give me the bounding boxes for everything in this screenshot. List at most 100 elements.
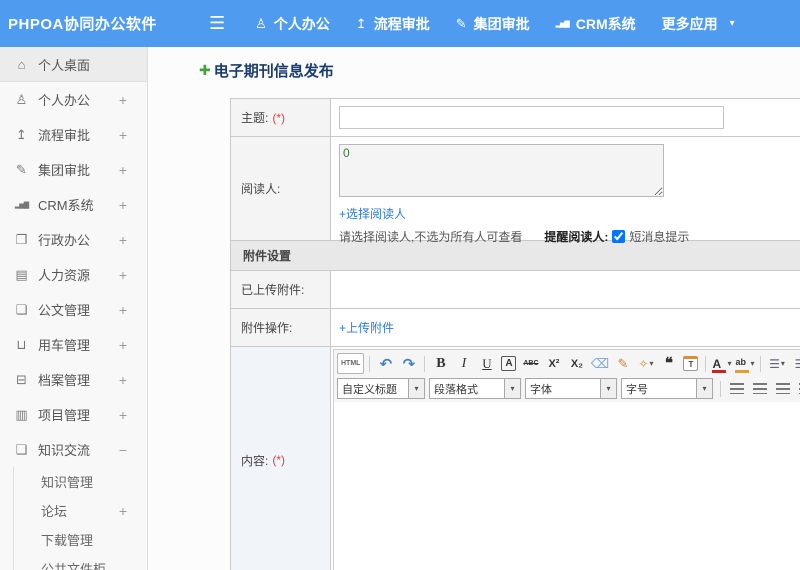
toolbar-divider bbox=[760, 355, 762, 372]
document-icon: ❏ bbox=[15, 301, 28, 317]
book-icon: ▤ bbox=[15, 266, 28, 282]
content-label: 内容: (*) bbox=[231, 347, 331, 570]
topnav-group-approval[interactable]: ✎ 集团审批 bbox=[456, 14, 530, 34]
redo-button[interactable]: ↷ bbox=[398, 353, 419, 374]
sidebar-subitem-knowledge-mgmt[interactable]: 知识管理 bbox=[14, 467, 147, 496]
expand-icon[interactable]: + bbox=[119, 162, 127, 178]
sidebar-item-process-approval[interactable]: ↥ 流程审批 + bbox=[0, 117, 147, 152]
format-brush-button[interactable]: ✎ bbox=[612, 353, 633, 374]
expand-icon[interactable]: + bbox=[119, 127, 127, 143]
sidebar-item-group-approval[interactable]: ✎ 集团审批 + bbox=[0, 152, 147, 187]
expand-icon[interactable]: + bbox=[119, 372, 127, 388]
sidebar-item-knowledge-exchange[interactable]: ❑ 知识交流 − bbox=[0, 432, 147, 467]
align-left-button[interactable] bbox=[726, 378, 747, 399]
subscript-button[interactable]: X₂ bbox=[566, 353, 587, 374]
sidebar-subitem-public-file-cabinet[interactable]: 公共文件柜 bbox=[14, 554, 147, 570]
sidebar-item-personal-office[interactable]: ♙ 个人办公 + bbox=[0, 82, 147, 117]
sidebar-item-archive-mgmt[interactable]: ⊟ 档案管理 + bbox=[0, 362, 147, 397]
chevron-down-icon: ▾ bbox=[780, 359, 785, 368]
sidebar-item-vehicle-mgmt[interactable]: ⊔ 用车管理 + bbox=[0, 327, 147, 362]
expand-icon[interactable]: + bbox=[119, 267, 127, 283]
remove-format-button[interactable]: ⌫ bbox=[589, 353, 610, 374]
toolbar-row-2: 自定义标题 ▾ 段落格式 ▾ 字体 ▾ 字号 ▾ bbox=[336, 376, 800, 401]
superscript-button[interactable]: X² bbox=[543, 353, 564, 374]
topnav-process-approval[interactable]: ↥ 流程审批 bbox=[356, 14, 430, 34]
sidebar-item-hr[interactable]: ▤ 人力资源 + bbox=[0, 257, 147, 292]
readers-hint: 请选择阅读人,不选为所有人可查看 提醒阅读人: 短消息提示 bbox=[339, 230, 690, 244]
chat-bubbles-icon: ❑ bbox=[15, 441, 28, 457]
sms-remind-checkbox[interactable] bbox=[612, 230, 626, 243]
align-right-button[interactable] bbox=[772, 378, 793, 399]
hamburger-menu-icon[interactable]: ☰ bbox=[205, 13, 229, 34]
collapse-icon[interactable]: − bbox=[119, 442, 127, 458]
chevron-down-icon: ▾ bbox=[750, 359, 755, 368]
subject-label: 主题: (*) bbox=[231, 99, 331, 136]
font-size-select[interactable]: 字号 ▾ bbox=[621, 378, 713, 399]
expand-icon[interactable]: + bbox=[119, 503, 127, 519]
content-row: 内容: (*) HTML ↶ ↷ B I U A ABC X² X₂ ⌫ ✎ ✧… bbox=[231, 347, 800, 570]
expand-icon[interactable]: + bbox=[119, 197, 127, 213]
expand-icon[interactable]: + bbox=[119, 337, 127, 353]
topnav-personal-office[interactable]: ♙ 个人办公 bbox=[255, 14, 330, 34]
sidebar-item-document-mgmt[interactable]: ❏ 公文管理 + bbox=[0, 292, 147, 327]
process-icon: ↥ bbox=[16, 126, 27, 142]
sidebar-subitem-forum[interactable]: 论坛 + bbox=[14, 496, 147, 525]
top-nav: ☰ ♙ 个人办公 ↥ 流程审批 ✎ 集团审批 ▂▅▇ CRM系统 更多应用 ▾ bbox=[205, 0, 735, 47]
justify-button[interactable] bbox=[795, 378, 800, 399]
font-family-select[interactable]: 字体 ▾ bbox=[525, 378, 617, 399]
highlight-color-button[interactable]: ab ▾ bbox=[734, 353, 755, 374]
readers-textarea[interactable]: 0 bbox=[339, 144, 664, 197]
sidebar-subitem-download-mgmt[interactable]: 下载管理 bbox=[14, 525, 147, 554]
editor-content-area[interactable] bbox=[334, 402, 800, 570]
bar-chart-icon: ▂▅▇ bbox=[14, 201, 29, 209]
sidebar-item-admin-office[interactable]: ❒ 行政办公 + bbox=[0, 222, 147, 257]
unordered-list-button[interactable]: ☰ bbox=[789, 353, 800, 374]
chevron-down-icon: ▾ bbox=[600, 379, 616, 398]
font-style-button[interactable]: A bbox=[501, 356, 517, 371]
topnav-more-apps[interactable]: 更多应用 bbox=[662, 14, 718, 34]
sidebar-item-crm[interactable]: ▂▅▇ CRM系统 + bbox=[0, 187, 147, 222]
upload-attachment-link[interactable]: +上传附件 bbox=[339, 319, 394, 336]
uploaded-attachments-row: 已上传附件: bbox=[231, 271, 800, 309]
subject-row: 主题: (*) bbox=[231, 99, 800, 137]
expand-icon[interactable]: + bbox=[119, 407, 127, 423]
expand-icon[interactable]: + bbox=[119, 232, 127, 248]
sidebar: ⌂ 个人桌面 ♙ 个人办公 + ↥ 流程审批 + ✎ 集团审批 + ▂▅▇ CR… bbox=[0, 47, 148, 570]
edit-square-icon: ✎ bbox=[455, 15, 467, 31]
briefcase-icon: ❒ bbox=[15, 231, 28, 247]
quick-format-button[interactable]: ✧ ▾ bbox=[635, 353, 656, 374]
bold-button[interactable]: B bbox=[430, 353, 451, 374]
sidebar-item-personal-desktop[interactable]: ⌂ 个人桌面 bbox=[0, 47, 147, 82]
paragraph-format-select[interactable]: 段落格式 ▾ bbox=[429, 378, 521, 399]
align-center-button[interactable] bbox=[749, 378, 770, 399]
expand-icon[interactable]: + bbox=[119, 302, 127, 318]
truck-icon: ⊔ bbox=[16, 336, 27, 352]
subject-input[interactable] bbox=[339, 106, 724, 129]
chevron-down-icon: ▾ bbox=[727, 359, 732, 368]
sidebar-item-project-mgmt[interactable]: ▥ 项目管理 + bbox=[0, 397, 147, 432]
underline-button[interactable]: U bbox=[476, 353, 497, 374]
undo-button[interactable]: ↶ bbox=[375, 353, 396, 374]
strikethrough-button[interactable]: ABC bbox=[520, 353, 541, 374]
attachment-operation-row: 附件操作: +上传附件 bbox=[231, 309, 800, 347]
select-readers-link[interactable]: +选择阅读人 bbox=[339, 205, 406, 222]
custom-heading-select[interactable]: 自定义标题 ▾ bbox=[337, 378, 425, 399]
uploaded-attachments-label: 已上传附件: bbox=[231, 271, 331, 308]
italic-button[interactable]: I bbox=[453, 353, 474, 374]
page-title: ✚ 电子期刊信息发布 bbox=[199, 62, 334, 80]
rich-text-editor: HTML ↶ ↷ B I U A ABC X² X₂ ⌫ ✎ ✧ ▾ ❝ T A… bbox=[333, 349, 800, 570]
topnav-label: 流程审批 bbox=[373, 15, 430, 32]
expand-icon[interactable]: + bbox=[119, 92, 127, 108]
chevron-down-icon[interactable]: ▾ bbox=[730, 18, 735, 29]
readers-label: 阅读人: bbox=[231, 137, 331, 240]
ordered-list-button[interactable]: ☰ ▾ bbox=[766, 353, 787, 374]
topnav-crm[interactable]: ▂▅▇ CRM系统 bbox=[556, 14, 636, 34]
sidebar-submenu-knowledge: 知识管理 论坛 + 下载管理 公共文件柜 bbox=[13, 467, 147, 570]
source-code-button[interactable]: HTML bbox=[337, 353, 365, 374]
font-color-button[interactable]: A ▾ bbox=[711, 353, 732, 374]
paste-plain-button[interactable]: T bbox=[683, 356, 699, 371]
chevron-down-icon: ▾ bbox=[504, 379, 520, 398]
blockquote-button[interactable]: ❝ bbox=[658, 353, 679, 374]
chevron-down-icon: ▾ bbox=[649, 359, 654, 368]
toolbar-divider bbox=[369, 355, 371, 372]
